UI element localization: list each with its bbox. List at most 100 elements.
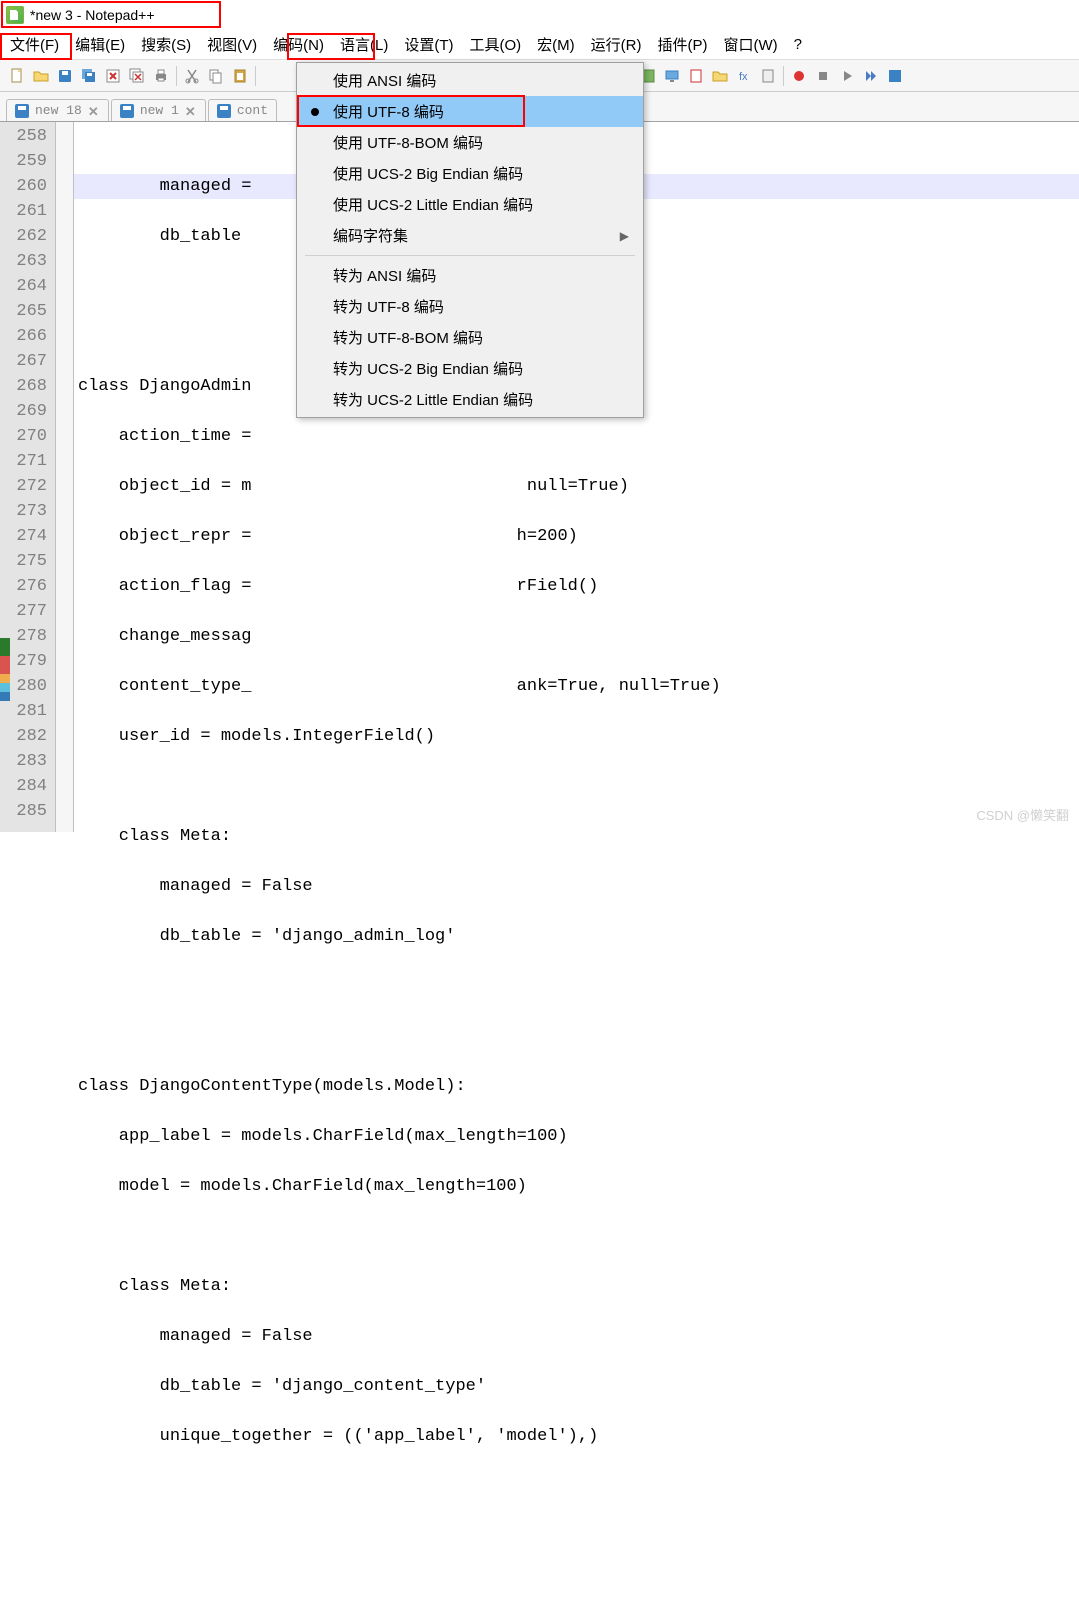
tab-cont[interactable]: cont <box>208 99 277 121</box>
line-number: 275 <box>0 549 47 574</box>
separator-icon <box>783 66 784 86</box>
copy-icon[interactable] <box>205 65 227 87</box>
menu-label: 编码字符集 <box>333 225 408 246</box>
change-marker <box>0 638 10 701</box>
line-number: 285 <box>0 799 47 824</box>
line-number: 264 <box>0 274 47 299</box>
doc-icon[interactable] <box>685 65 707 87</box>
line-number: 273 <box>0 499 47 524</box>
open-file-icon[interactable] <box>30 65 52 87</box>
map-icon[interactable] <box>757 65 779 87</box>
fastforward-icon[interactable] <box>860 65 882 87</box>
code-line <box>78 974 1079 999</box>
code-line: db_table = 'django_content_type' <box>78 1374 1079 1399</box>
close-icon[interactable] <box>102 65 124 87</box>
disk-icon <box>120 104 134 118</box>
menu-use-ucs2be[interactable]: 使用 UCS-2 Big Endian 编码 <box>297 158 643 189</box>
code-line: object_repr = h=200) <box>78 524 1079 549</box>
menu-label: 转为 UTF-8 编码 <box>333 296 444 317</box>
menu-language[interactable]: 语言(L) <box>332 30 396 59</box>
line-number: 260 <box>0 174 47 199</box>
menu-encoding[interactable]: 编码(N) <box>265 30 332 59</box>
tab-new1[interactable]: new 1 ✕ <box>111 99 206 121</box>
menubar: 文件(F) 编辑(E) 搜索(S) 视图(V) 编码(N) 语言(L) 设置(T… <box>0 30 1079 60</box>
separator-icon <box>255 66 256 86</box>
menu-label: 转为 UTF-8-BOM 编码 <box>333 327 483 348</box>
line-number: 276 <box>0 574 47 599</box>
menu-label: 使用 UTF-8 编码 <box>333 101 444 122</box>
paste-icon[interactable] <box>229 65 251 87</box>
menu-edit[interactable]: 编辑(E) <box>67 30 133 59</box>
code-line <box>78 1474 1079 1499</box>
menu-label: 转为 UCS-2 Big Endian 编码 <box>333 358 523 379</box>
disk-icon <box>15 104 29 118</box>
line-number: 281 <box>0 699 47 724</box>
menu-to-utf8bom[interactable]: 转为 UTF-8-BOM 编码 <box>297 322 643 353</box>
line-number: 283 <box>0 749 47 774</box>
menu-search[interactable]: 搜索(S) <box>133 30 199 59</box>
menu-label: 使用 UCS-2 Big Endian 编码 <box>333 163 523 184</box>
code-line: unique_together = (('app_label', 'model'… <box>78 1424 1079 1449</box>
close-all-icon[interactable] <box>126 65 148 87</box>
menu-file[interactable]: 文件(F) <box>2 30 67 59</box>
code-line <box>78 774 1079 799</box>
titlebar: *new 3 - Notepad++ <box>0 0 1079 30</box>
tab-new18[interactable]: new 18 ✕ <box>6 99 109 121</box>
code-line: class Meta: <box>78 824 1079 849</box>
menu-settings[interactable]: 设置(T) <box>396 30 461 59</box>
menu-to-ucs2le[interactable]: 转为 UCS-2 Little Endian 编码 <box>297 384 643 415</box>
tab-label: new 18 <box>35 103 82 118</box>
menu-plugins[interactable]: 插件(P) <box>649 30 715 59</box>
menu-label: 转为 UCS-2 Little Endian 编码 <box>333 389 533 410</box>
stop-icon[interactable] <box>812 65 834 87</box>
code-line: class DjangoContentType(models.Model): <box>78 1074 1079 1099</box>
menu-use-utf8[interactable]: 使用 UTF-8 编码 <box>297 96 643 127</box>
menu-macro[interactable]: 宏(M) <box>529 30 583 59</box>
code-line: action_time = <box>78 424 1079 449</box>
bullet-icon <box>311 108 319 116</box>
cut-icon[interactable] <box>181 65 203 87</box>
new-file-icon[interactable] <box>6 65 28 87</box>
menu-charset[interactable]: 编码字符集▶ <box>297 220 643 251</box>
save-all-icon[interactable] <box>78 65 100 87</box>
save-icon[interactable] <box>54 65 76 87</box>
menu-use-ucs2le[interactable]: 使用 UCS-2 Little Endian 编码 <box>297 189 643 220</box>
menu-tools[interactable]: 工具(O) <box>461 30 529 59</box>
menu-use-utf8bom[interactable]: 使用 UTF-8-BOM 编码 <box>297 127 643 158</box>
code-line: action_flag = rField() <box>78 574 1079 599</box>
line-number-gutter: 258 259 260 261 262 263 264 265 266 267 … <box>0 122 56 832</box>
app-icon <box>6 6 24 24</box>
tab-label: cont <box>237 103 268 118</box>
print-icon[interactable] <box>150 65 172 87</box>
code-line <box>78 1024 1079 1049</box>
fold-gutter <box>56 122 74 832</box>
menu-label: 使用 UTF-8-BOM 编码 <box>333 132 483 153</box>
code-line: content_type_ ank=True, null=True) <box>78 674 1079 699</box>
function-icon[interactable]: fx <box>733 65 755 87</box>
line-number: 267 <box>0 349 47 374</box>
tab-label: new 1 <box>140 103 179 118</box>
save-macro-icon[interactable] <box>884 65 906 87</box>
close-tab-icon[interactable]: ✕ <box>185 105 197 117</box>
code-line: app_label = models.CharField(max_length=… <box>78 1124 1079 1149</box>
line-number: 271 <box>0 449 47 474</box>
line-number: 261 <box>0 199 47 224</box>
menu-to-ansi[interactable]: 转为 ANSI 编码 <box>297 260 643 291</box>
menu-use-ansi[interactable]: 使用 ANSI 编码 <box>297 65 643 96</box>
menu-to-utf8[interactable]: 转为 UTF-8 编码 <box>297 291 643 322</box>
menu-to-ucs2be[interactable]: 转为 UCS-2 Big Endian 编码 <box>297 353 643 384</box>
menu-window[interactable]: 窗口(W) <box>715 30 785 59</box>
code-line: object_id = m null=True) <box>78 474 1079 499</box>
menu-help[interactable]: ? <box>786 32 810 57</box>
menu-run[interactable]: 运行(R) <box>583 30 650 59</box>
folder-icon[interactable] <box>709 65 731 87</box>
code-line <box>78 1524 1079 1549</box>
menu-label: 转为 ANSI 编码 <box>333 265 436 286</box>
menu-view[interactable]: 视图(V) <box>199 30 265 59</box>
play-icon[interactable] <box>836 65 858 87</box>
code-line: managed = False <box>78 874 1079 899</box>
close-tab-icon[interactable]: ✕ <box>88 105 100 117</box>
monitor-icon[interactable] <box>661 65 683 87</box>
line-number: 272 <box>0 474 47 499</box>
record-icon[interactable] <box>788 65 810 87</box>
